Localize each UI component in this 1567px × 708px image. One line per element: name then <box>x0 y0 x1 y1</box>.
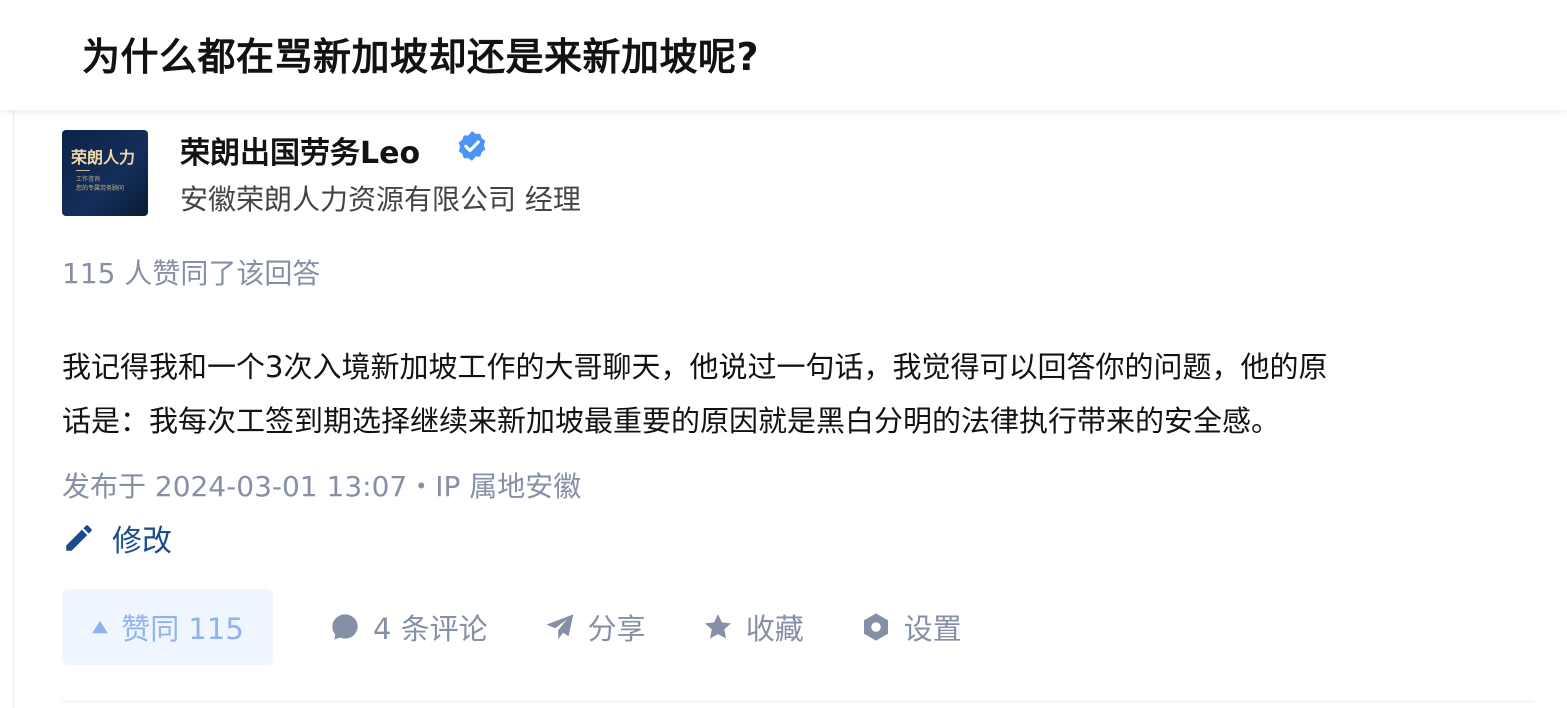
avatar-caption-1: 工作咨询 <box>76 176 101 183</box>
answer-content: 我记得我和一个3次入境新加坡工作的大哥聊天，他说过一句话，我觉得可以回答你的问题… <box>62 340 1542 448</box>
share-label: 分享 <box>587 612 646 646</box>
settings-hexagon-icon <box>863 613 888 641</box>
action-bar: 赞同 115 4 条评论 分享 收藏 设置 <box>62 589 962 665</box>
comment-button[interactable]: 4 条评论 <box>329 606 488 648</box>
question-header: 为什么都在骂新加坡却还是来新加坡呢? <box>0 0 1567 110</box>
answer-paragraph-line: 话是：我每次工签到期选择继续来新加坡最重要的原因就是黑白分明的法律执行带来的安全… <box>62 404 1281 438</box>
settings-button[interactable]: 设置 <box>860 606 962 648</box>
edit-label: 修改 <box>112 524 172 559</box>
comment-icon <box>332 614 358 640</box>
edit-button[interactable]: 修改 <box>62 516 172 560</box>
settings-label: 设置 <box>903 612 962 646</box>
collect-button[interactable]: 收藏 <box>702 606 804 648</box>
upvote-label: 赞同 115 <box>121 612 244 646</box>
avatar[interactable]: 荣朗人力 工作咨询 您的专属劳务顾问 <box>62 130 148 216</box>
author-headline: 安徽荣朗人力资源有限公司 经理 <box>180 183 581 216</box>
avatar-logo-text: 荣朗人力 <box>71 148 136 167</box>
upvote-button[interactable]: 赞同 115 <box>62 589 273 665</box>
publish-meta[interactable]: 发布于 2024-03-01 13:07・IP 属地安徽 <box>62 465 581 505</box>
paper-plane-icon <box>546 614 574 640</box>
avatar-caption-2: 您的专属劳务顾问 <box>76 185 125 192</box>
collect-label: 收藏 <box>745 612 804 646</box>
verified-badge-icon[interactable] <box>455 129 489 163</box>
avatar-divider <box>76 170 90 171</box>
star-icon <box>704 614 731 639</box>
bottom-divider <box>62 701 1534 702</box>
pencil-icon <box>66 525 92 551</box>
vote-summary[interactable]: 115 人赞同了该回答 <box>62 252 320 292</box>
share-button[interactable]: 分享 <box>544 606 646 648</box>
author-name[interactable]: 荣朗出国劳务Leo <box>180 128 420 172</box>
triangle-up-icon <box>92 620 108 634</box>
question-title[interactable]: 为什么都在骂新加坡却还是来新加坡呢? <box>82 26 759 81</box>
comment-label: 4 条评论 <box>373 612 488 646</box>
answer-paragraph-line: 我记得我和一个3次入境新加坡工作的大哥聊天，他说过一句话，我觉得可以回答你的问题… <box>62 350 1328 384</box>
